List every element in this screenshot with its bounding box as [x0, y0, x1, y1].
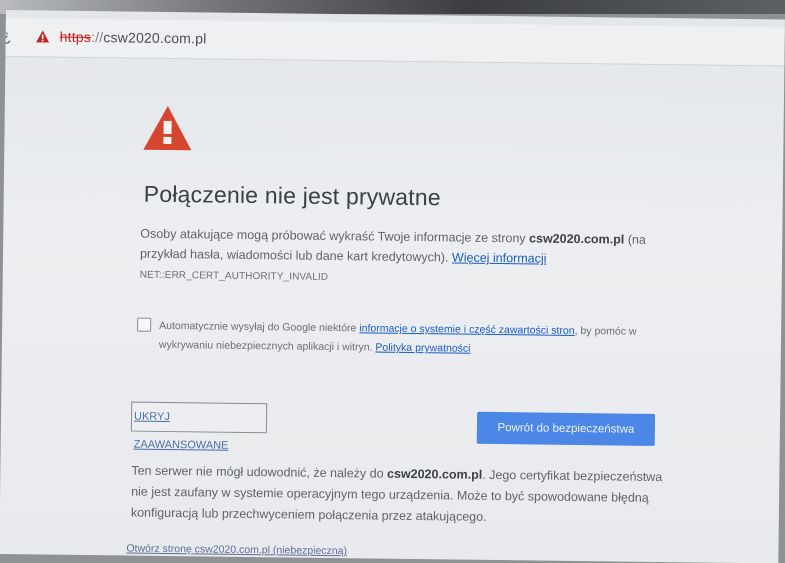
send-info-label: Automatycznie wysyłaj do Google niektóre…	[159, 317, 679, 361]
not-secure-warning-icon[interactable]	[36, 29, 50, 43]
send-info-checkbox[interactable]	[137, 317, 152, 332]
intro-text-1: Osoby atakujące mogą próbować wykraść Tw…	[140, 226, 530, 246]
page-title: Połączenie nie jest prywatne	[143, 180, 442, 211]
url-separator: ://	[90, 29, 104, 46]
system-info-link[interactable]: informacje o systemie i część zawartości…	[359, 322, 574, 337]
browser-window: ¿ https://csw2020.com.pl Połączenie nie …	[0, 10, 785, 563]
url-text[interactable]: https://csw2020.com.pl	[60, 29, 207, 47]
nav-button-fragment[interactable]: ¿	[2, 28, 12, 46]
learn-more-link[interactable]: Więcej informacji	[452, 250, 547, 265]
url-host: csw2020.com.pl	[103, 29, 207, 47]
hide-advanced-button[interactable]: UKRYJ ZAAWANSOWANE	[130, 401, 268, 452]
details-domain: csw2020.com.pl	[386, 466, 483, 482]
checkbox-text-1: Automatycznie wysyłaj do Google niektóre	[159, 319, 360, 335]
advanced-details: Ten serwer nie mógł udowodnić, że należy…	[131, 461, 672, 531]
details-text-1: Ten serwer nie mógł udowodnić, że należy…	[131, 463, 388, 481]
intro-domain: csw2020.com.pl	[529, 231, 625, 247]
url-scheme: https	[59, 28, 92, 46]
error-description: Osoby atakujące mogą próbować wykraść Tw…	[140, 224, 680, 271]
privacy-policy-link[interactable]: Polityka prywatności	[375, 342, 470, 355]
error-code: NET::ERR_CERT_AUTHORITY_INVALID	[139, 269, 329, 283]
warning-triangle-icon	[143, 105, 192, 151]
back-to-safety-button[interactable]: Powrót do bezpieczeństwa	[476, 411, 656, 446]
proceed-unsafe-link[interactable]: Otwórz stronę csw2020.com.pl (niebezpiec…	[126, 543, 347, 558]
address-bar[interactable]: ¿ https://csw2020.com.pl	[2, 17, 785, 67]
